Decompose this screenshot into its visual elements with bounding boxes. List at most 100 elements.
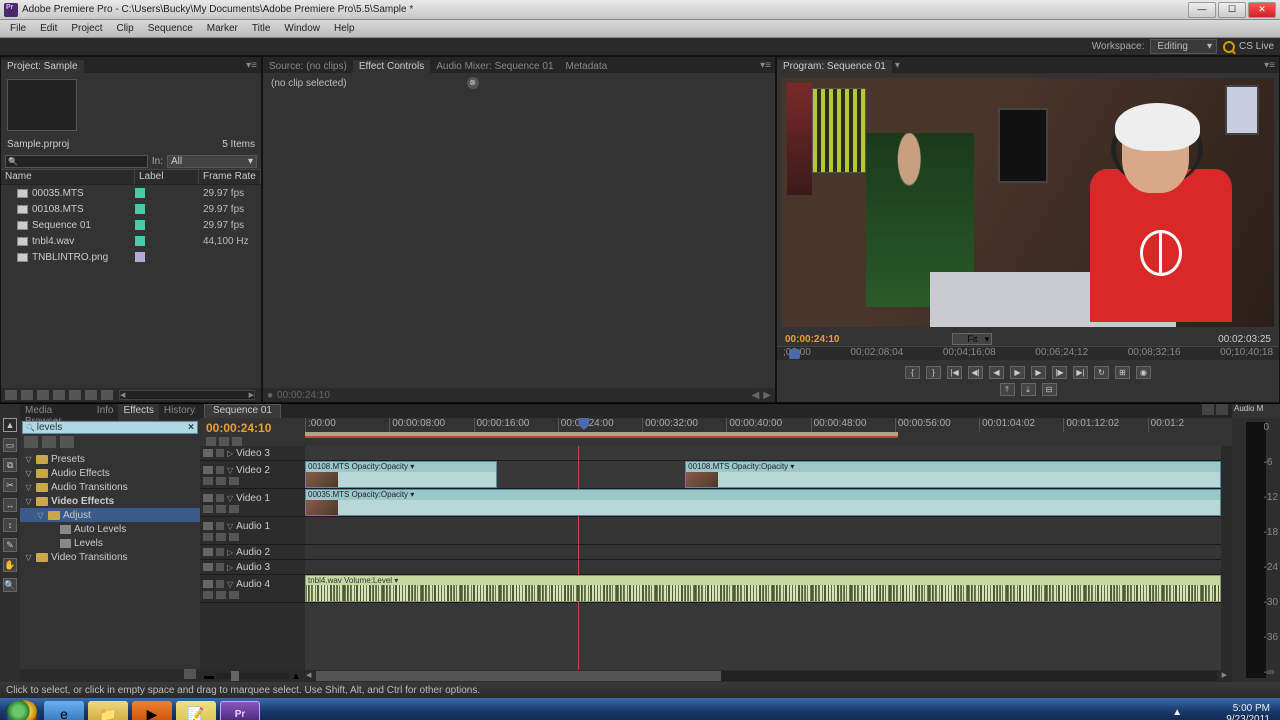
tree-item[interactable]: ▽Presets: [20, 452, 200, 466]
tree-item[interactable]: ▽Adjust: [20, 508, 200, 522]
loop-button[interactable]: ↻: [1094, 366, 1109, 379]
bin-row[interactable]: 00108.MTS29.97 fps: [1, 201, 261, 217]
go-out-button[interactable]: ▶|: [1073, 366, 1088, 379]
track-opt-icon[interactable]: [229, 505, 239, 513]
track-header[interactable]: ▷Audio 2: [200, 545, 305, 560]
taskbar-ie[interactable]: e: [44, 701, 84, 720]
project-in-dropdown[interactable]: All: [167, 155, 257, 168]
tool-button[interactable]: ✂: [3, 478, 17, 492]
start-button[interactable]: [4, 700, 40, 720]
playhead-line[interactable]: [578, 446, 579, 670]
project-tab[interactable]: Project: Sample: [1, 60, 84, 73]
new-bin-button[interactable]: [69, 390, 81, 400]
source-tab[interactable]: Audio Mixer: Sequence 01: [430, 60, 559, 73]
program-scrubber[interactable]: [789, 349, 800, 359]
go-in-button[interactable]: |◀: [947, 366, 962, 379]
menu-marker[interactable]: Marker: [201, 22, 244, 35]
lock-icon[interactable]: [216, 563, 224, 571]
track-header[interactable]: ▷Audio 3: [200, 560, 305, 575]
cs-live-button[interactable]: CS Live: [1223, 41, 1274, 53]
bin-row[interactable]: 00035.MTS29.97 fps: [1, 185, 261, 201]
effects-tab[interactable]: Effects: [118, 404, 158, 420]
effects-tab[interactable]: Media Browser: [20, 404, 92, 420]
find-button[interactable]: [53, 390, 65, 400]
close-button[interactable]: ✕: [1248, 2, 1276, 18]
effects-tree[interactable]: ▽Presets▽Audio Effects▽Audio Transitions…: [20, 450, 200, 669]
source-tab[interactable]: Metadata: [560, 60, 614, 73]
track-header[interactable]: ▷Video 3: [200, 446, 305, 461]
new-item-button[interactable]: [85, 390, 97, 400]
track-lane[interactable]: [305, 545, 1221, 560]
program-tab[interactable]: Program: Sequence 01: [777, 60, 892, 73]
track-header[interactable]: ▽Audio 4: [200, 575, 305, 603]
safe-margins-button[interactable]: ⊞: [1115, 366, 1130, 379]
timeline-menu-icon[interactable]: [1216, 404, 1228, 415]
timeline-current-tc[interactable]: 00:00:24:10: [206, 421, 299, 435]
trim-button[interactable]: ⊟: [1042, 383, 1057, 396]
timeline-zoom-slider[interactable]: ▬▲: [200, 670, 305, 682]
source-tab[interactable]: Effect Controls: [353, 60, 430, 73]
lock-icon[interactable]: [216, 548, 224, 556]
step-fwd-button[interactable]: |▶: [1052, 366, 1067, 379]
effects-tab[interactable]: Info: [92, 404, 119, 420]
delete-button[interactable]: [101, 390, 113, 400]
menu-file[interactable]: File: [4, 22, 32, 35]
prev-frame-button[interactable]: ◀: [989, 366, 1004, 379]
sequence-tab[interactable]: Sequence 01: [204, 404, 281, 418]
bin-row[interactable]: TNBLINTRO.png: [1, 249, 261, 265]
track-opt-icon[interactable]: [216, 477, 226, 485]
menu-sequence[interactable]: Sequence: [142, 22, 199, 35]
video-clip[interactable]: 00035.MTS Opacity:Opacity ▾: [305, 489, 1221, 516]
tree-item[interactable]: ▽Video Transitions: [20, 550, 200, 564]
program-video[interactable]: [782, 78, 1274, 327]
fx-badge-yuv[interactable]: [42, 436, 56, 448]
tray-flag-icon[interactable]: ▲: [1172, 707, 1186, 720]
bin-row[interactable]: tnbl4.wav44,100 Hz: [1, 233, 261, 249]
program-seq-menu[interactable]: ▾: [892, 60, 903, 71]
timeline-ruler[interactable]: :00:0000:00:08:0000:00:16:0000:00:24:000…: [305, 418, 1232, 446]
menu-clip[interactable]: Clip: [110, 22, 139, 35]
effects-tab[interactable]: History: [159, 404, 200, 420]
new-custom-bin-button[interactable]: [184, 669, 196, 679]
panel-menu-icon[interactable]: ▾≡: [242, 60, 261, 71]
lock-icon[interactable]: [216, 494, 224, 502]
panel-menu-icon[interactable]: ▾≡: [756, 60, 775, 71]
extract-button[interactable]: ⤓: [1021, 383, 1036, 396]
menu-help[interactable]: Help: [328, 22, 361, 35]
taskbar-sticky[interactable]: 📝: [176, 701, 216, 720]
maximize-button[interactable]: ☐: [1218, 2, 1246, 18]
auto-size-button[interactable]: [37, 390, 49, 400]
mark-out-button[interactable]: }: [926, 366, 941, 379]
tool-button[interactable]: ✎: [3, 538, 17, 552]
menu-edit[interactable]: Edit: [34, 22, 63, 35]
icon-view-button[interactable]: [21, 390, 33, 400]
toggle-track-icon[interactable]: [203, 563, 213, 571]
next-frame-button[interactable]: ▶: [1031, 366, 1046, 379]
toggle-track-icon[interactable]: [203, 548, 213, 556]
tree-item[interactable]: ▽Audio Effects: [20, 466, 200, 480]
timeline-hscroll[interactable]: [316, 671, 1217, 681]
tool-button[interactable]: ↕: [3, 518, 17, 532]
tool-button[interactable]: ↔: [3, 498, 17, 512]
source-tab[interactable]: Source: (no clips): [263, 60, 353, 73]
taskbar-premiere[interactable]: Pr: [220, 701, 260, 720]
fx-badge-accel[interactable]: [60, 436, 74, 448]
panel-menu-icon[interactable]: ▾≡: [1260, 60, 1279, 71]
track-opt-icon[interactable]: [229, 477, 239, 485]
program-current-tc[interactable]: 00:00:24:10: [785, 334, 839, 345]
timeline-content[interactable]: ↖ 00108.MTS Opacity:Opacity ▾00108.MTS O…: [305, 446, 1221, 670]
toggle-track-icon[interactable]: [203, 522, 213, 530]
menu-title[interactable]: Title: [246, 22, 277, 35]
timeline-snap-button[interactable]: [1202, 404, 1214, 415]
track-opt-icon[interactable]: [203, 533, 213, 541]
timeline-vscroll[interactable]: [1221, 446, 1232, 670]
taskbar-media[interactable]: ▶: [132, 701, 172, 720]
audio-clip[interactable]: tnbl4.wav Volume:Level ▾: [305, 575, 1221, 602]
toggle-track-icon[interactable]: [203, 466, 213, 474]
lock-icon[interactable]: [216, 522, 224, 530]
tree-item[interactable]: ▽Video Effects: [20, 494, 200, 508]
track-opt-icon[interactable]: [216, 505, 226, 513]
program-zoom-dropdown[interactable]: Fit: [952, 333, 992, 345]
video-clip[interactable]: 00108.MTS Opacity:Opacity ▾: [685, 461, 1221, 488]
video-clip[interactable]: 00108.MTS Opacity:Opacity ▾: [305, 461, 497, 488]
